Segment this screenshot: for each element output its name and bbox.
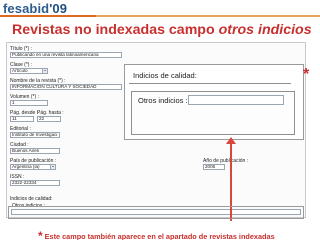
zoom-otros-label: Otros indicios : [138, 96, 188, 105]
zoom-calidad-label: Indicios de calidad: [133, 71, 197, 80]
footnote-text: Este campo también aparece en el apartad… [44, 232, 275, 240]
title-plain: Revistas no indexadas campo [12, 22, 219, 38]
zoom-otros-box: Otros indicios : [131, 91, 295, 135]
pag-hasta-input[interactable]: 22 [37, 116, 61, 122]
footnote: * Este campo también aparece en el aparta… [38, 228, 275, 240]
clase-value: Artículo [12, 68, 28, 73]
slide: fesabid'09 Revistas no indexadas campo o… [0, 0, 320, 240]
zoom-callout: Indicios de calidad: Otros indicios : [124, 64, 304, 140]
anio-input[interactable]: 2006 [203, 164, 225, 170]
pais-value: Argentina (la) [12, 164, 40, 169]
highlight-box [8, 206, 304, 219]
zoom-otros-input[interactable] [188, 95, 284, 105]
volumen-input[interactable]: 1 [10, 100, 48, 106]
asterisk-marker: * [303, 66, 310, 83]
ciudad-input[interactable]: Buenos Aires [10, 148, 60, 154]
logo-name: fesabid [3, 1, 50, 16]
footnote-asterisk: * [38, 229, 43, 240]
pais-chevron-down-icon[interactable] [50, 165, 55, 169]
titulo-input[interactable]: Publicando en una revista latinoamerican… [10, 52, 122, 58]
revista-input[interactable]: INFORMACIÓN CULTURA Y SOCIEDAD [10, 84, 122, 90]
issn-input[interactable]: 2322-22334 [10, 180, 60, 186]
zoom-divider [129, 83, 291, 84]
header-rule-accent [96, 15, 320, 17]
clase-select[interactable]: Artículo [10, 68, 48, 74]
logo-year: '09 [49, 1, 68, 16]
slide-title: Revistas no indexadas campo otros indici… [12, 22, 312, 38]
pais-select[interactable]: Argentina (la) [10, 164, 56, 170]
pag-desde-input[interactable]: 11 [10, 116, 34, 122]
fesabid-logo: fesabid'09 [3, 1, 67, 16]
editorial-input[interactable]: Instituto de Investigaci [10, 132, 60, 138]
calidad-label: Indicios de calidad: [10, 196, 53, 202]
clase-chevron-down-icon[interactable] [42, 69, 47, 73]
title-emphasis: otros indicios [218, 22, 312, 38]
